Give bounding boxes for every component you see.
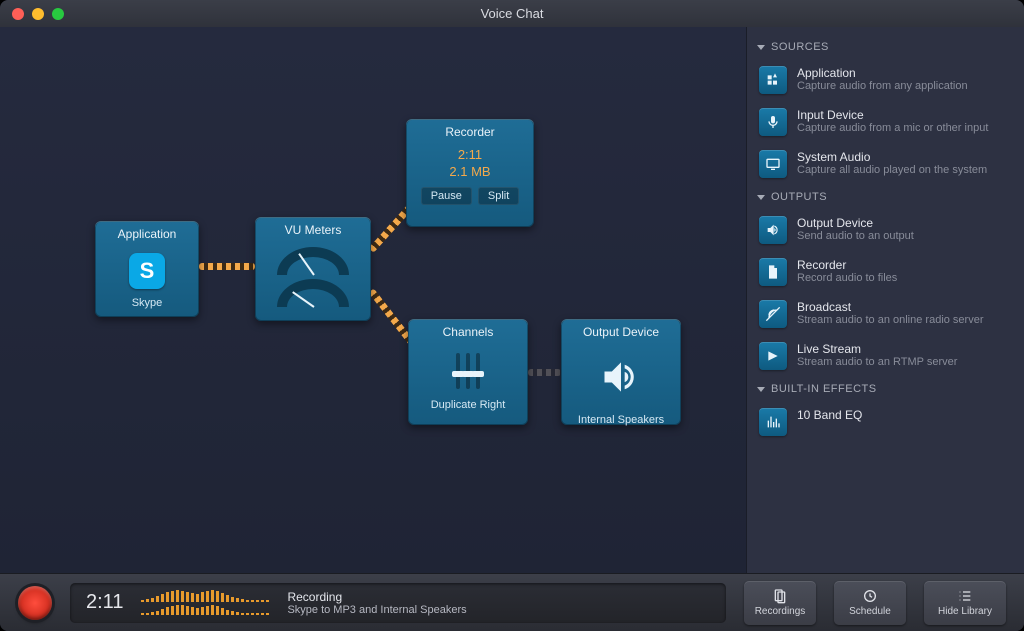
library-item-title: Input Device xyxy=(797,108,988,122)
recordings-button[interactable]: Recordings xyxy=(744,581,816,625)
node-title: Recorder xyxy=(406,119,534,143)
bottom-bar: 2:11 Recording Skype to MP3 and Internal… xyxy=(0,573,1024,631)
hide-library-button[interactable]: Hide Library xyxy=(924,581,1006,625)
library-item-app[interactable]: ApplicationCapture audio from any applic… xyxy=(755,59,1016,101)
node-subtitle: Skype xyxy=(132,297,163,309)
speaker-icon xyxy=(599,355,643,404)
elapsed-time: 2:11 xyxy=(86,591,123,614)
patch-canvas[interactable]: Application S Skype VU Meters Recorder xyxy=(0,27,746,573)
level-meter-icon xyxy=(141,590,269,615)
chevron-down-icon xyxy=(757,195,765,200)
library-item-desc: Record audio to files xyxy=(797,272,897,286)
status-line-2: Skype to MP3 and Internal Speakers xyxy=(287,604,466,616)
window-title: Voice Chat xyxy=(0,6,1024,21)
node-output-device[interactable]: Output Device Internal Speakers xyxy=(561,319,681,425)
section-head-outputs[interactable]: OUTPUTS xyxy=(755,185,1016,209)
library-item-stream[interactable]: Live StreamStream audio to an RTMP serve… xyxy=(755,335,1016,377)
record-button[interactable] xyxy=(18,586,52,620)
recordings-icon xyxy=(772,588,788,604)
list-icon xyxy=(957,588,973,604)
recorder-stats: 2:11 2.1 MB xyxy=(449,147,490,181)
section-head-effects[interactable]: BUILT-IN EFFECTS xyxy=(755,377,1016,401)
main-area: Application S Skype VU Meters Recorder xyxy=(0,27,1024,573)
recorder-size: 2.1 MB xyxy=(449,164,490,181)
library-item-title: Live Stream xyxy=(797,342,957,356)
vu-meter-1-icon xyxy=(277,247,349,275)
library-item-eq[interactable]: 10 Band EQ xyxy=(755,401,1016,443)
clock-icon xyxy=(862,588,878,604)
library-item-title: Output Device xyxy=(797,216,914,230)
status-display: 2:11 Recording Skype to MP3 and Internal… xyxy=(70,583,726,623)
section-head-sources[interactable]: SOURCES xyxy=(755,35,1016,59)
chevron-down-icon xyxy=(757,387,765,392)
chevron-down-icon xyxy=(757,45,765,50)
library-item-title: 10 Band EQ xyxy=(797,408,862,422)
mic-icon xyxy=(759,108,787,136)
titlebar: Voice Chat xyxy=(0,0,1024,27)
library-item-desc: Capture all audio played on the system xyxy=(797,164,987,178)
channel-sliders-icon xyxy=(456,353,480,389)
pause-button[interactable]: Pause xyxy=(421,187,472,205)
node-recorder[interactable]: Recorder 2:11 2.1 MB Pause Split xyxy=(406,119,534,227)
app-icon xyxy=(759,66,787,94)
node-vu-meters[interactable]: VU Meters xyxy=(255,217,371,321)
node-title: Output Device xyxy=(561,319,681,343)
split-button[interactable]: Split xyxy=(478,187,519,205)
recorder-time: 2:11 xyxy=(449,147,490,164)
status-line-1: Recording xyxy=(287,590,466,604)
node-application[interactable]: Application S Skype xyxy=(95,221,199,317)
skype-icon: S xyxy=(129,253,165,289)
library-item-title: Recorder xyxy=(797,258,897,272)
library-item-desc: Stream audio to an online radio server xyxy=(797,314,984,328)
vu-meter-display xyxy=(255,241,371,317)
library-item-broadcast[interactable]: BroadcastStream audio to an online radio… xyxy=(755,293,1016,335)
library-item-desc: Stream audio to an RTMP server xyxy=(797,356,957,370)
node-title: Channels xyxy=(408,319,528,343)
screen-icon xyxy=(759,150,787,178)
eq-icon xyxy=(759,408,787,436)
cable-app-to-vu xyxy=(199,263,255,270)
cable-channels-to-output xyxy=(528,369,561,376)
library-item-file[interactable]: RecorderRecord audio to files xyxy=(755,251,1016,293)
library-item-speaker[interactable]: Output DeviceSend audio to an output xyxy=(755,209,1016,251)
node-subtitle: Duplicate Right xyxy=(431,399,506,411)
library-item-title: System Audio xyxy=(797,150,987,164)
library-item-mic[interactable]: Input DeviceCapture audio from a mic or … xyxy=(755,101,1016,143)
library-item-title: Application xyxy=(797,66,968,80)
broadcast-icon xyxy=(759,300,787,328)
node-title: Application xyxy=(95,221,199,245)
library-item-title: Broadcast xyxy=(797,300,984,314)
stream-icon xyxy=(759,342,787,370)
file-icon xyxy=(759,258,787,286)
library-item-screen[interactable]: System AudioCapture all audio played on … xyxy=(755,143,1016,185)
library-item-desc: Capture audio from a mic or other input xyxy=(797,122,988,136)
library-item-desc: Send audio to an output xyxy=(797,230,914,244)
library-item-desc: Capture audio from any application xyxy=(797,80,968,94)
node-title: VU Meters xyxy=(255,217,371,241)
node-subtitle: Internal Speakers xyxy=(578,414,664,426)
sidebar-library[interactable]: SOURCES ApplicationCapture audio from an… xyxy=(746,27,1024,573)
speaker-icon xyxy=(759,216,787,244)
node-channels[interactable]: Channels Duplicate Right xyxy=(408,319,528,425)
schedule-button[interactable]: Schedule xyxy=(834,581,906,625)
app-window: Voice Chat Application S Skype VU Meters xyxy=(0,0,1024,631)
recorder-buttons: Pause Split xyxy=(421,187,520,205)
vu-meter-2-icon xyxy=(277,279,349,307)
